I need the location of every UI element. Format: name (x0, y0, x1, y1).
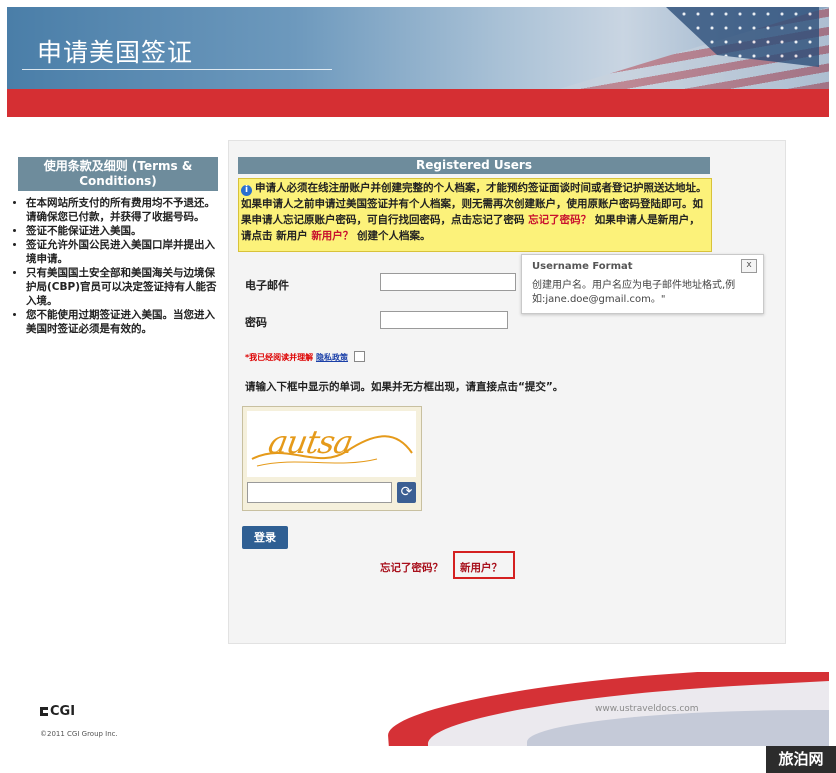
cgi-logo-icon (40, 707, 48, 716)
page-title: 申请美国签证 (37, 38, 194, 67)
tooltip-body: 创建用户名。用户名应为电子邮件地址格式,例如:jane.doe@gmail.co… (532, 280, 736, 305)
registered-users-heading: Registered Users (238, 157, 710, 174)
agree-checkbox[interactable] (353, 351, 365, 362)
terms-item: 签证允许外国公民进入美国口岸并提出入境申请。 (26, 238, 218, 266)
captcha-widget: autsa ⟳ (242, 406, 422, 511)
terms-heading: 使用条款及细则 (Terms & Conditions) (18, 157, 218, 191)
copyright: ©2011 CGI Group Inc. (40, 730, 118, 738)
agree-text: *我已经阅读并理解 (245, 353, 314, 362)
captcha-image: autsa (247, 411, 416, 477)
cgi-logo-text: CGI (50, 704, 76, 719)
notice-text: 创建个人档案。 (353, 230, 431, 242)
terms-sidebar: 使用条款及细则 (Terms & Conditions) 在本网站所支付的所有费… (18, 157, 218, 336)
info-icon: i (241, 185, 252, 196)
terms-item: 您不能使用过期签证进入美国。当您进入美国时签证必须是有效的。 (26, 308, 218, 336)
notice-forgot-link[interactable]: 忘记了密码？ (528, 214, 591, 226)
login-button[interactable]: 登录 (242, 526, 288, 549)
registration-notice: i 申请人必须在线注册账户并创建完整的个人档案，才能预约签证面谈时间或者登记护照送… (238, 178, 712, 252)
privacy-agreement: *我已经阅读并理解 隐私政策 (245, 351, 365, 363)
new-user-link[interactable]: 新用户？ (460, 560, 502, 575)
username-format-tooltip: Username Format x 创建用户名。用户名应为电子邮件地址格式,例如… (521, 254, 764, 314)
cgi-logo: CGI (40, 704, 75, 719)
header-banner: 申请美国签证 (7, 7, 829, 89)
terms-item: 签证不能保证进入美国。 (26, 224, 218, 238)
footer: www.ustraveldocs.com CGI ©2011 CGI Group… (7, 672, 829, 746)
captcha-instructions: 请输入下框中显示的单词。如果并无方框出现，请直接点击“提交”。 (245, 381, 564, 393)
password-field[interactable] (380, 311, 508, 329)
red-divider-bar (7, 89, 829, 117)
notice-new-user-link[interactable]: 新用户？ (311, 230, 353, 242)
close-icon[interactable]: x (741, 259, 757, 273)
refresh-captcha-icon[interactable]: ⟳ (397, 482, 416, 503)
terms-item: 在本网站所支付的所有费用均不予退还。请确保您已付款，并获得了收据号码。 (26, 196, 218, 224)
title-underline (22, 69, 332, 70)
login-panel: Registered Users i 申请人必须在线注册账户并创建完整的个人档案，… (228, 140, 786, 644)
email-label: 电子邮件 (245, 279, 289, 292)
footer-site-url: www.ustraveldocs.com (595, 704, 699, 714)
privacy-policy-link[interactable]: 隐私政策 (316, 353, 348, 362)
tooltip-title: Username Format (532, 261, 633, 272)
email-field[interactable] (380, 273, 516, 291)
captcha-input[interactable] (247, 482, 392, 503)
terms-item: 只有美国国土安全部和美国海关与边境保护局(CBP)官员可以决定签证持有人能否入境… (26, 266, 218, 308)
captcha-word: autsa (265, 423, 356, 461)
forgot-password-link[interactable]: 忘记了密码？ (380, 560, 443, 575)
password-label: 密码 (245, 316, 267, 329)
terms-list: 在本网站所支付的所有费用均不予退还。请确保您已付款，并获得了收据号码。 签证不能… (18, 196, 218, 336)
watermark: 旅泊网 (766, 746, 836, 773)
page: 申请美国签证 使用条款及细则 (Terms & Conditions) 在本网站… (0, 0, 836, 773)
